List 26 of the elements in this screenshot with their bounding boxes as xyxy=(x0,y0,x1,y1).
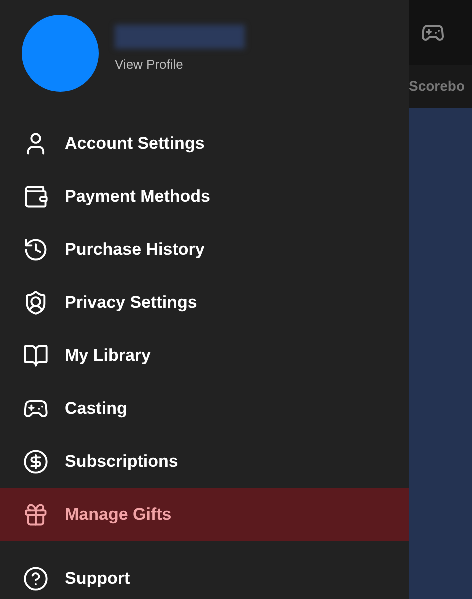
gift-icon xyxy=(23,502,49,528)
wallet-icon xyxy=(23,184,49,210)
menu-item[interactable]: Casting xyxy=(0,382,409,435)
menu-label: Support xyxy=(65,568,130,588)
menu-item[interactable]: Privacy Settings xyxy=(0,276,409,329)
menu-label: Account Settings xyxy=(65,134,205,154)
menu-label: My Library xyxy=(65,346,151,366)
menu-item[interactable]: Support xyxy=(0,552,409,599)
menu-item[interactable]: Payment Methods xyxy=(0,170,409,223)
book-icon xyxy=(23,342,49,368)
menu-label: Manage Gifts xyxy=(65,504,172,524)
menu-item[interactable]: My Library xyxy=(0,329,409,382)
menu-item[interactable]: Manage Gifts xyxy=(0,488,409,541)
dollar-icon xyxy=(23,448,49,474)
menu-label: Purchase History xyxy=(65,240,205,260)
menu-item[interactable]: Purchase History xyxy=(0,223,409,276)
menu-label: Payment Methods xyxy=(65,186,210,206)
help-icon xyxy=(23,566,49,592)
menu-item[interactable]: Subscriptions xyxy=(0,435,409,488)
menu-label: Subscriptions xyxy=(65,452,178,472)
menu-label: Casting xyxy=(65,398,128,418)
view-profile-link[interactable]: View Profile xyxy=(115,54,245,74)
menu-label: Privacy Settings xyxy=(65,292,198,312)
menu-item[interactable]: Account Settings xyxy=(0,117,409,170)
history-icon xyxy=(23,236,49,262)
tab[interactable]: Scorebo xyxy=(409,76,466,97)
